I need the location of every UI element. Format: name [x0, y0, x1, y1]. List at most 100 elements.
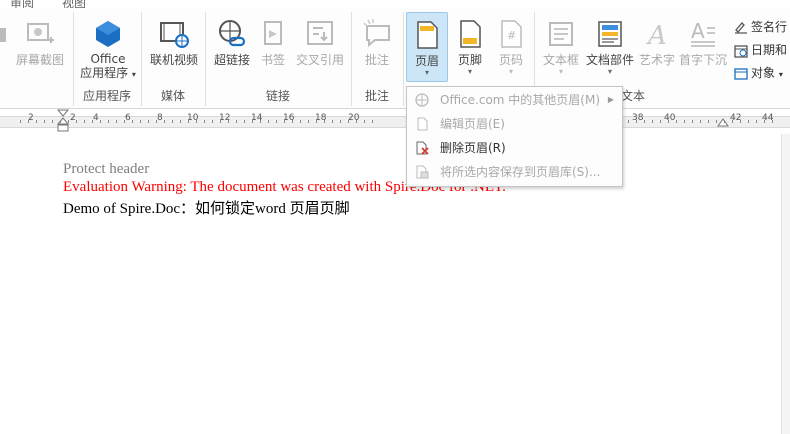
wordart-button[interactable]: A 艺术字 — [638, 12, 676, 68]
right-indent-marker-icon[interactable] — [717, 117, 729, 127]
signature-line-label: 签名行 — [751, 20, 788, 34]
ruler-number: 20 — [348, 113, 360, 123]
ruler-tick — [364, 120, 365, 123]
partial-icon — [0, 28, 6, 42]
page-number-dropdown-icon: ▾ — [508, 67, 513, 76]
ruler-tick — [68, 120, 69, 123]
doc-parts-button[interactable]: 文档部件 ▾ — [584, 12, 636, 76]
screenshot-button[interactable]: 屏幕截图 — [12, 12, 68, 68]
office-apps-label-2: 应用程序 — [80, 66, 129, 80]
ruler-number: 6 — [125, 113, 131, 123]
ruler-tick — [628, 120, 629, 123]
ruler-tick — [100, 120, 101, 123]
header-icon — [417, 21, 438, 49]
header-button[interactable]: 页眉 ▾ — [406, 12, 448, 82]
ruler-tick — [292, 120, 293, 123]
page-number-button[interactable]: # 页码 ▾ — [492, 12, 530, 76]
bookmark-button[interactable]: 书签 — [256, 12, 290, 68]
ruler-tick — [28, 120, 29, 123]
ruler-tick — [156, 120, 157, 123]
comment-button[interactable]: 批注 — [356, 12, 398, 68]
ruler-tick — [348, 120, 349, 123]
partial-left-button[interactable] — [0, 12, 8, 52]
object-button[interactable]: 对象 ▾ — [734, 64, 783, 82]
doc-parts-label: 文档部件 — [585, 53, 634, 67]
hyperlink-label: 超链接 — [213, 53, 250, 67]
vertical-scrollbar[interactable] — [781, 134, 790, 434]
menu-item-remove-header[interactable]: 删除页眉(R) — [407, 137, 622, 159]
textbox-dropdown-icon: ▾ — [558, 67, 563, 76]
svg-text:#: # — [507, 29, 516, 42]
menu-item-edit-header[interactable]: 编辑页眉(E) — [407, 113, 622, 135]
online-video-icon — [160, 22, 189, 48]
ruler-number: 38 — [632, 113, 644, 123]
ruler-tick — [228, 120, 229, 123]
ruler-tick — [748, 120, 749, 123]
ruler-tick — [92, 120, 93, 123]
tab-review[interactable]: 审阅 — [10, 0, 34, 8]
menu-item-more-headers[interactable]: Office.com 中的其他页眉(M) ▶ — [407, 89, 622, 111]
office-apps-label-1: Office — [90, 52, 126, 66]
page-number-icon: # — [501, 20, 522, 48]
horizontal-ruler[interactable]: 2 2 4 6 8 10 12 14 16 18 20 38 40 42 44 — [0, 109, 790, 133]
group-label-comments: 批注 — [364, 89, 389, 103]
date-time-button[interactable]: 日期和 — [734, 41, 787, 59]
object-label: 对象 — [751, 66, 776, 80]
group-label-apps: 应用程序 — [82, 89, 131, 103]
online-video-button[interactable]: 联机视频 — [146, 12, 202, 68]
screenshot-label: 屏幕截图 — [15, 53, 64, 67]
ruler-tick — [244, 120, 245, 123]
textbox-button[interactable]: 文本框 ▾ — [540, 12, 582, 76]
ruler-tick — [276, 120, 277, 123]
tab-view[interactable]: 视图 — [62, 0, 86, 8]
ruler-tick — [236, 120, 237, 123]
office-apps-button[interactable]: Office 应用程序 ▾ — [78, 12, 138, 82]
footer-icon — [460, 20, 481, 48]
document-canvas[interactable]: Protect header Evaluation Warning: The d… — [0, 134, 782, 434]
cross-reference-button[interactable]: 交叉引用 — [292, 12, 348, 68]
dropcap-button[interactable]: A 首字下沉 — [678, 12, 728, 68]
protect-header-text: Protect header — [63, 161, 150, 177]
menu-item-label: Office.com 中的其他页眉(M) — [440, 93, 601, 107]
menu-item-label: 删除页眉(R) — [440, 141, 506, 155]
save-selection-icon — [416, 165, 429, 179]
dropdown-arrow-icon: ▾ — [131, 70, 136, 79]
ruler-tick — [108, 120, 109, 123]
demo-title-text: Demo of Spire.Doc：如何锁定word 页眉页脚 — [63, 201, 350, 217]
ruler-tick — [220, 120, 221, 123]
hyperlink-button[interactable]: 超链接 — [208, 12, 256, 68]
office-apps-icon — [96, 21, 120, 47]
ruler-tick — [172, 120, 173, 123]
ruler-tick — [332, 120, 333, 123]
menu-item-save-to-gallery[interactable]: 将所选内容保存到页眉库(S)... — [407, 161, 622, 183]
hyperlink-icon — [219, 20, 246, 47]
ruler-tick — [692, 120, 693, 123]
ruler-tick — [60, 120, 61, 123]
ruler-tick — [140, 120, 141, 123]
screenshot-icon — [27, 23, 54, 43]
bookmark-label: 书签 — [260, 53, 285, 67]
ruler-tick — [76, 120, 77, 123]
ruler-tick — [36, 120, 37, 123]
doc-parts-dropdown-icon: ▾ — [607, 67, 612, 76]
signature-line-button[interactable]: 签名行 — [734, 18, 787, 36]
ruler-tick — [732, 120, 733, 123]
dropcap-icon: A — [691, 19, 715, 47]
footer-button[interactable]: 页脚 ▾ — [450, 12, 490, 76]
svg-text:A: A — [646, 21, 667, 50]
ruler-tick — [204, 120, 205, 123]
cross-reference-icon — [307, 21, 333, 45]
ribbon: 屏幕截图 Office 应用程序 ▾ 应用程序 联机视频 媒体 超链接 书签 交… — [0, 8, 790, 109]
ruler-tick — [268, 120, 269, 123]
ruler-tick — [196, 120, 197, 123]
header-dropdown-icon: ▾ — [424, 68, 429, 77]
submenu-arrow-icon: ▶ — [607, 95, 614, 104]
ruler-tick — [84, 120, 85, 123]
ribbon-tab-bar: 审阅 视图 — [0, 0, 790, 8]
office-com-icon — [415, 93, 429, 107]
ruler-tick — [260, 120, 261, 123]
group-media: 联机视频 媒体 — [142, 8, 204, 108]
ruler-tick — [284, 120, 285, 123]
ruler-tick — [356, 120, 357, 123]
date-time-label: 日期和 — [751, 43, 788, 57]
